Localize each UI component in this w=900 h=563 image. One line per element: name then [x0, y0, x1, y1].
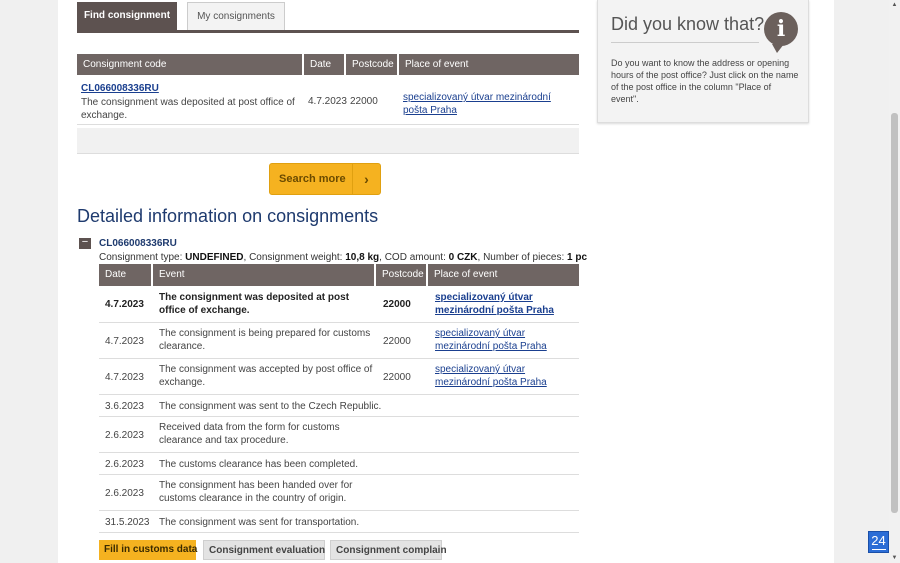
did-you-know-text: Do you want to know the address or openi… — [611, 58, 799, 104]
summary-table: Consignment code Date Postcode Place of … — [77, 54, 579, 125]
event-date: 3.6.2023 — [105, 401, 144, 412]
detail-table-header: Date Event Postcode Place of event — [99, 264, 579, 286]
tab-my-consignments[interactable]: My consignments — [187, 2, 285, 30]
event-description: The customs clearance has been completed… — [159, 459, 358, 470]
event-date: 2.6.2023 — [105, 430, 144, 441]
consignment-date: 4.7.2023 — [308, 96, 347, 107]
event-postcode: 22000 — [383, 336, 411, 347]
info-icon: i — [764, 12, 798, 53]
tab-bar: Find consignment My consignments — [77, 0, 579, 33]
scroll-down-arrow-icon[interactable]: ▼ — [889, 553, 900, 563]
place-of-event-link[interactable]: specializovaný útvar mezinárodní pošta P… — [403, 91, 573, 117]
event-date: 4.7.2023 — [105, 299, 144, 310]
cod-value: 0 CZK — [448, 252, 478, 263]
event-date: 2.6.2023 — [105, 488, 144, 499]
table-row: 2.6.2023 The customs clearance has been … — [99, 453, 579, 475]
consignment-evaluation-button[interactable]: Consignment evaluation — [203, 540, 325, 560]
column-header-postcode: Postcode — [346, 54, 399, 75]
consignment-status: The consignment was deposited at post of… — [81, 97, 295, 121]
event-date: 4.7.2023 — [105, 336, 144, 347]
badge-label: 24 — [871, 533, 886, 548]
consignment-info: Consignment type: UNDEFINED, Consignment… — [99, 252, 587, 263]
event-description: The consignment was accepted by post off… — [159, 364, 373, 388]
weight-value: 10,8 kg — [345, 252, 380, 263]
type-value: UNDEFINED — [185, 252, 244, 263]
collapse-toggle-button[interactable]: − — [79, 237, 91, 249]
event-date: 31.5.2023 — [105, 517, 150, 528]
table-row: 2.6.2023 The consignment has been handed… — [99, 475, 579, 511]
badge-underline — [872, 549, 886, 550]
search-more-label: Search more — [279, 173, 346, 185]
weight-label: , Consignment weight: — [243, 252, 346, 263]
consignment-complain-button[interactable]: Consignment complain — [330, 540, 447, 560]
event-description: The consignment has been handed over for… — [159, 480, 353, 504]
event-description: The consignment was sent for transportat… — [159, 517, 360, 528]
event-postcode: 22000 — [383, 372, 411, 383]
detail-table: Date Event Postcode Place of event 4.7.2… — [99, 264, 579, 533]
pieces-label: , Number of pieces: — [477, 252, 568, 263]
fill-customs-data-button[interactable]: Fill in customs data — [99, 540, 197, 560]
event-postcode: 22000 — [383, 299, 411, 310]
event-description: The consignment was sent to the Czech Re… — [159, 401, 382, 412]
column-header-date: Date — [99, 264, 153, 286]
table-footer — [77, 128, 579, 154]
scrollbar[interactable]: ▲ ▼ — [889, 0, 900, 563]
did-you-know-box: Did you know that? i Do you want to know… — [597, 0, 809, 123]
column-header-date: Date — [304, 54, 346, 75]
tab-find-consignment[interactable]: Find consignment — [77, 2, 177, 30]
event-date: 4.7.2023 — [105, 372, 144, 383]
column-header-code: Consignment code — [77, 54, 304, 75]
place-of-event-link[interactable]: specializovaný útvar mezinárodní pošta P… — [435, 327, 575, 353]
column-header-place: Place of event — [399, 54, 579, 75]
event-date: 2.6.2023 — [105, 459, 144, 470]
divider — [611, 42, 759, 43]
page: Find consignment My consignments Consign… — [58, 0, 834, 563]
summary-table-header: Consignment code Date Postcode Place of … — [77, 54, 579, 75]
event-description: The consignment is being prepared for cu… — [159, 328, 371, 352]
table-row: 4.7.2023 The consignment was accepted by… — [99, 359, 579, 395]
column-header-postcode: Postcode — [376, 264, 428, 286]
table-row: 4.7.2023 The consignment was deposited a… — [99, 286, 579, 323]
cod-label: , COD amount: — [379, 252, 449, 263]
table-row: 31.5.2023 The consignment was sent for t… — [99, 511, 579, 533]
did-you-know-title: Did you know that? — [611, 14, 765, 34]
scroll-up-arrow-icon[interactable]: ▲ — [889, 0, 900, 10]
place-of-event-link[interactable]: specializovaný útvar mezinárodní pošta P… — [435, 291, 575, 317]
event-description: Received data from the form for customs … — [159, 422, 340, 446]
column-header-event: Event — [153, 264, 376, 286]
table-row: CL066008336RU The consignment was deposi… — [77, 75, 579, 125]
table-row: 3.6.2023 The consignment was sent to the… — [99, 395, 579, 417]
chevron-right-icon: › — [352, 164, 380, 194]
section-title: Detailed information on consignments — [77, 206, 379, 226]
event-description: The consignment was deposited at post of… — [159, 292, 350, 316]
detail-consignment-code[interactable]: CL066008336RU — [99, 238, 177, 249]
badge-24-icon[interactable]: 24 — [868, 531, 889, 553]
table-row: 4.7.2023 The consignment is being prepar… — [99, 323, 579, 359]
consignment-postcode: 22000 — [350, 96, 378, 107]
column-header-place: Place of event — [428, 264, 579, 286]
place-of-event-link[interactable]: specializovaný útvar mezinárodní pošta P… — [435, 363, 575, 389]
search-more-button[interactable]: Search more › — [269, 163, 381, 195]
scrollbar-thumb[interactable] — [891, 113, 898, 513]
table-row: 2.6.2023 Received data from the form for… — [99, 417, 579, 453]
type-label: Consignment type: — [99, 252, 186, 263]
consignment-code-link[interactable]: CL066008336RU — [81, 83, 159, 94]
pieces-value: 1 pc — [567, 252, 588, 263]
